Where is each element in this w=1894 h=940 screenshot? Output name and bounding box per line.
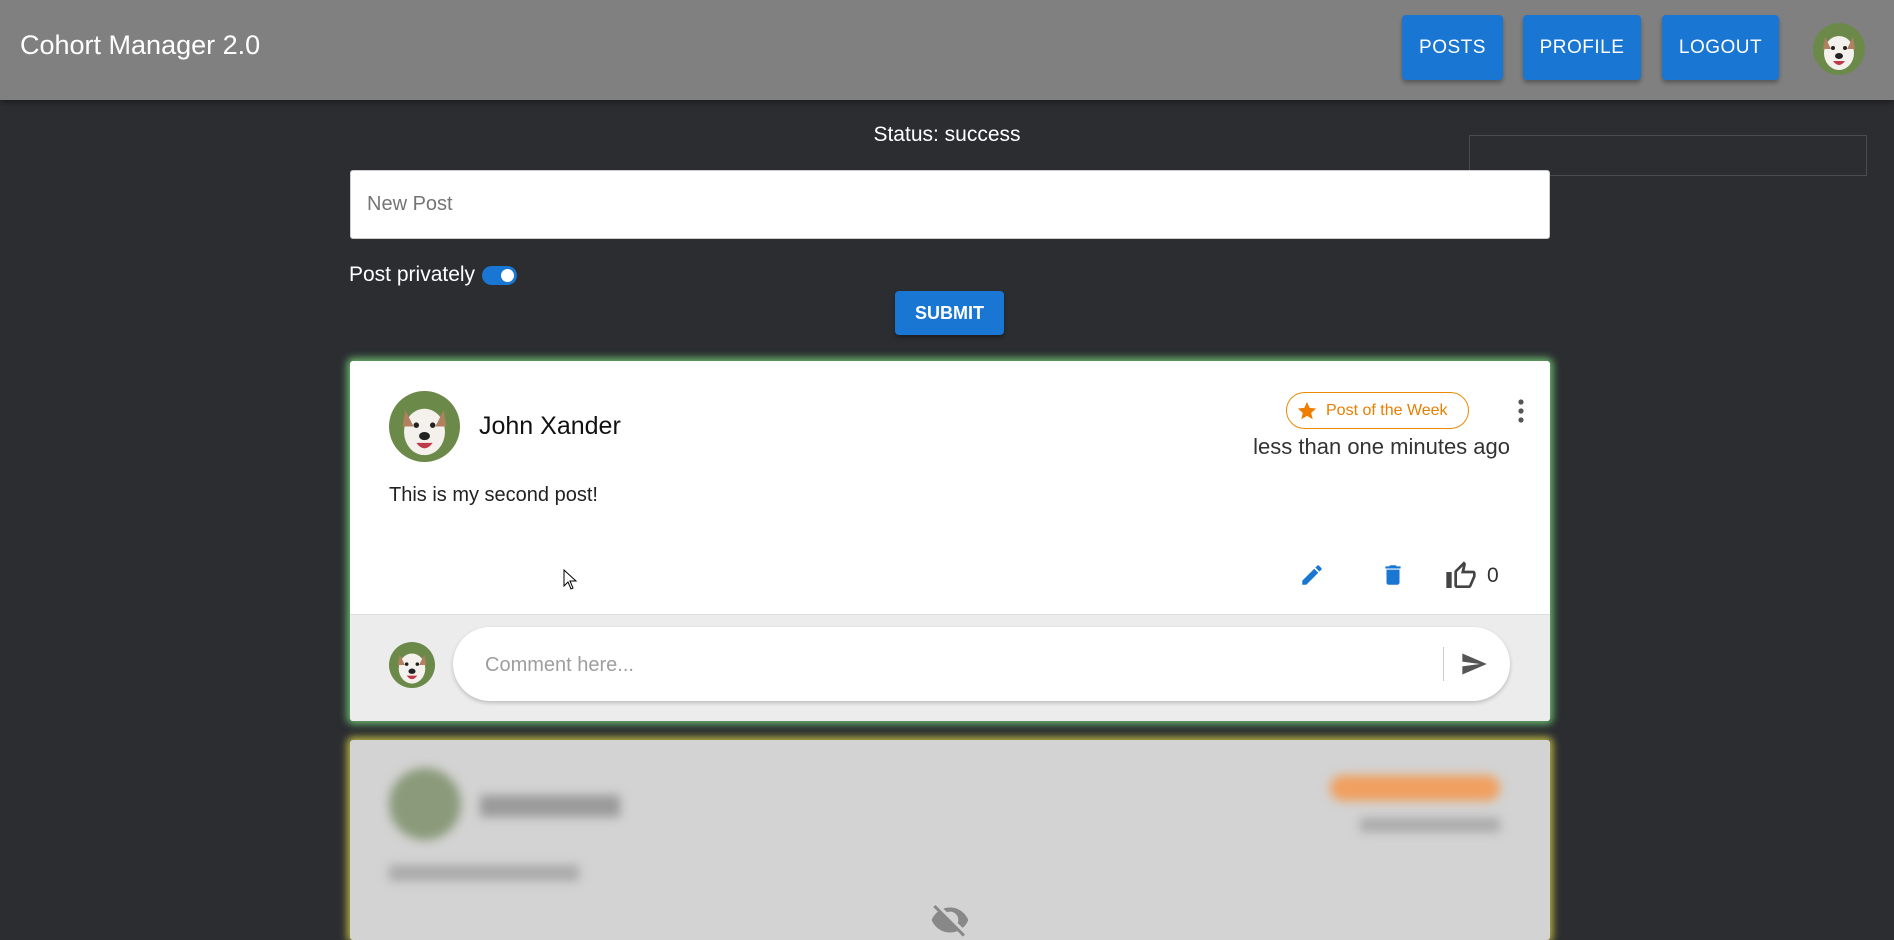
post-privately-label: Post privately (349, 263, 476, 286)
toggle-knob (501, 269, 514, 282)
badge-label: Post of the Week (1326, 401, 1448, 419)
post-of-the-week-badge: Post of the Week (1286, 392, 1469, 429)
blurred-body (389, 865, 579, 881)
commenter-avatar (389, 642, 435, 688)
dog-avatar-icon (1813, 23, 1865, 75)
post-body: This is my second post! (389, 484, 598, 506)
dog-avatar-icon (389, 391, 460, 462)
delete-icon[interactable] (1380, 561, 1406, 589)
more-vert-icon[interactable] (1517, 399, 1525, 423)
author-avatar[interactable] (389, 391, 460, 462)
comment-input[interactable] (483, 627, 1437, 703)
post-timestamp: less than one minutes ago (1253, 434, 1510, 459)
dog-avatar-icon (389, 642, 435, 688)
posts-button[interactable]: POSTS (1402, 15, 1503, 80)
logout-button[interactable]: LOGOUT (1662, 15, 1779, 80)
post-author: John Xander (479, 412, 621, 440)
star-icon (1297, 401, 1317, 419)
app-title: Cohort Manager 2.0 (20, 30, 261, 60)
like-count: 0 (1487, 564, 1499, 587)
thumb-up-icon[interactable] (1445, 560, 1477, 592)
comment-divider (1443, 647, 1444, 681)
visibility-off-icon (931, 905, 969, 937)
blurred-author (480, 795, 620, 817)
blurred-badge (1330, 775, 1500, 801)
blurred-avatar (389, 768, 461, 840)
next-post-card (350, 740, 1550, 940)
mouse-cursor-icon (563, 569, 578, 590)
profile-button[interactable]: PROFILE (1523, 15, 1641, 80)
comment-area (350, 614, 1550, 721)
user-avatar[interactable] (1813, 23, 1865, 75)
edit-icon[interactable] (1299, 562, 1325, 588)
app-bar: Cohort Manager 2.0 POSTS PROFILE LOGOUT (0, 0, 1894, 100)
send-icon[interactable] (1459, 650, 1489, 678)
new-post-input[interactable] (350, 170, 1550, 239)
blurred-time (1360, 818, 1500, 832)
post-privately-toggle[interactable] (482, 266, 517, 285)
comment-box (453, 627, 1510, 703)
submit-button[interactable]: SUBMIT (895, 291, 1004, 335)
post-card: John Xander Post of the Week less than o… (350, 361, 1550, 721)
